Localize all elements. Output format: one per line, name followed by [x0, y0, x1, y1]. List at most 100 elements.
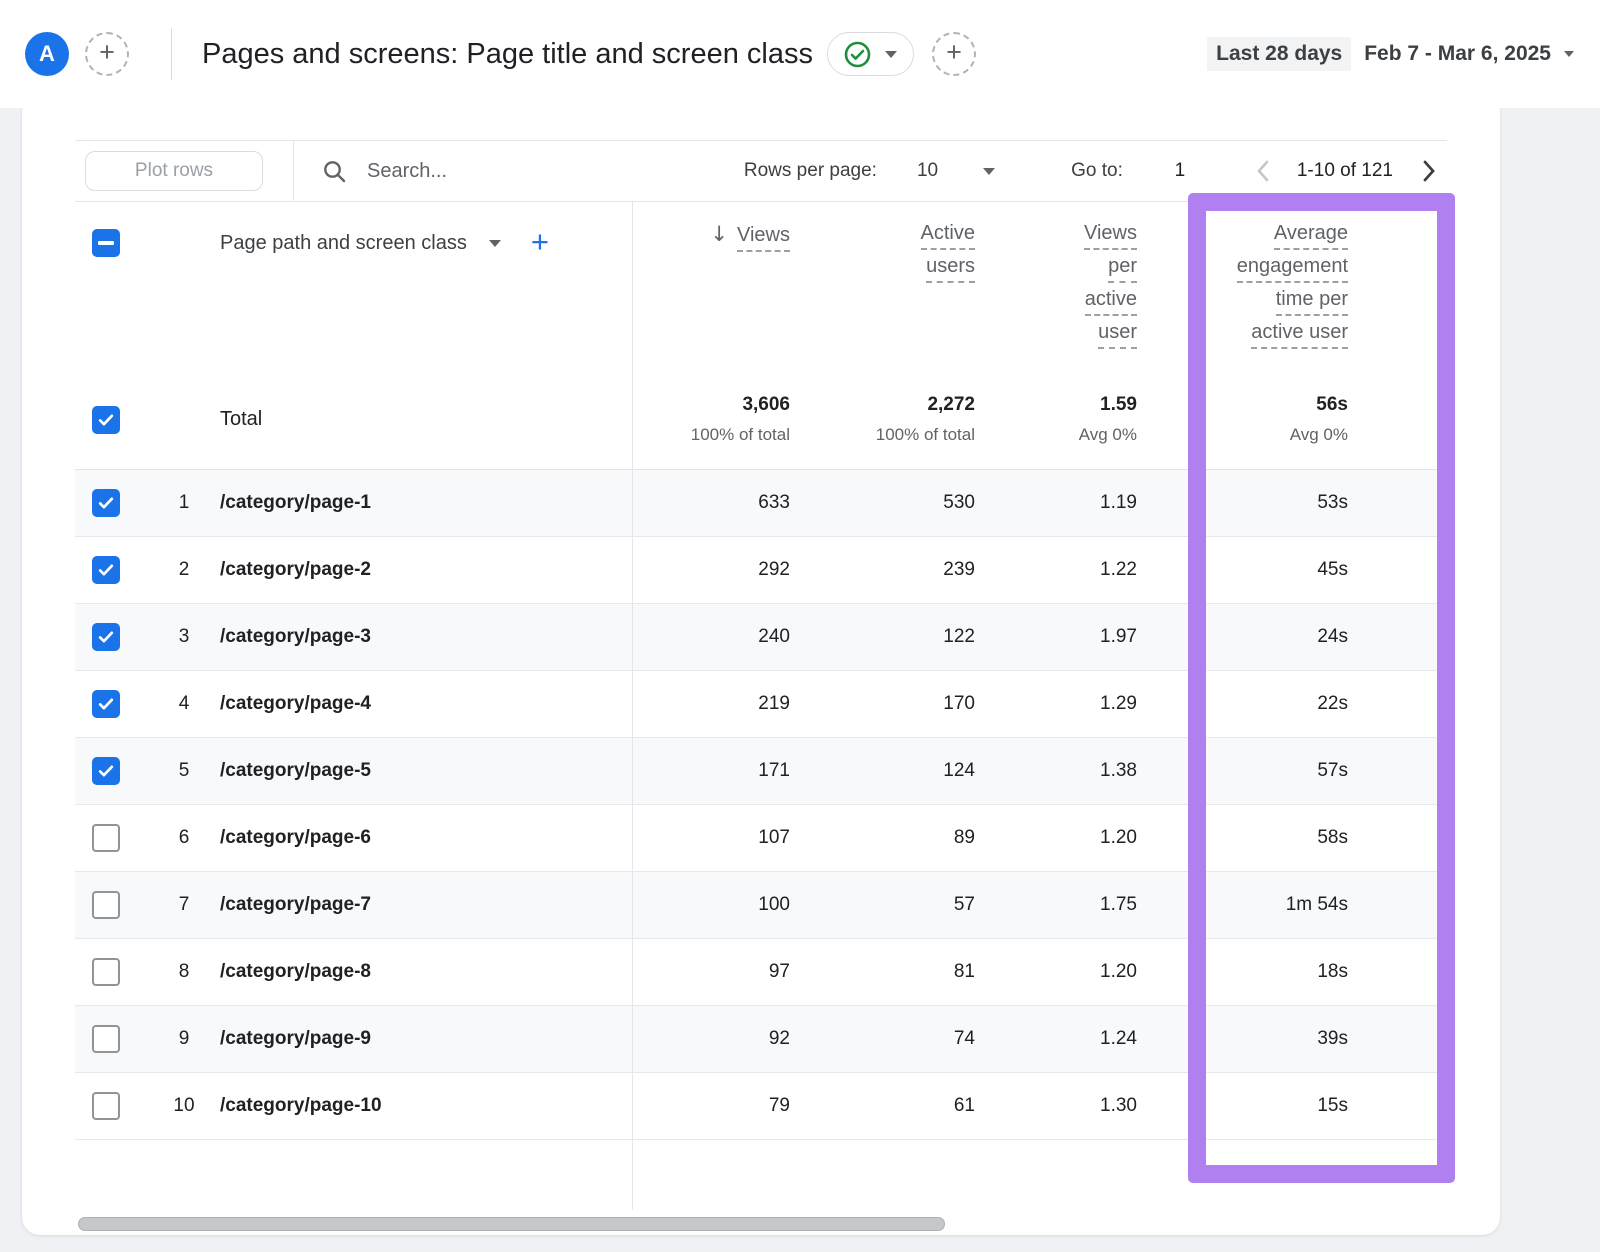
- plot-rows-button[interactable]: Plot rows: [85, 151, 263, 191]
- ga4-report-page: A + Pages and screens: Page title and sc…: [0, 0, 1600, 1252]
- cell-views-per-active-user: 1.75: [975, 872, 1137, 938]
- previous-page-button[interactable]: [1251, 156, 1275, 186]
- cell-views-per-active-user: 1.38: [975, 738, 1137, 804]
- search-input[interactable]: [367, 160, 607, 183]
- cell-views: 171: [632, 738, 790, 804]
- row-index: 1: [162, 492, 206, 514]
- row-index: 6: [162, 827, 206, 849]
- table-header-row: Page path and screen class + ↓Views Acti…: [75, 202, 1447, 370]
- report-card: Plot rows Rows per page: 10 Go to: 1: [22, 95, 1500, 1235]
- chevron-down-icon[interactable]: [983, 168, 995, 175]
- row-page-path: /category/page-4: [220, 693, 371, 715]
- row-checkbox[interactable]: [92, 690, 120, 718]
- total-avg-engagement-time-cell: 56s Avg 0%: [1137, 370, 1447, 469]
- row-page-path: /category/page-1: [220, 492, 371, 514]
- cell-views-per-active-user: 1.20: [975, 939, 1137, 1005]
- search-icon: [322, 159, 347, 184]
- table-row[interactable]: 5 /category/page-5 171 124 1.38 57s: [75, 738, 1447, 805]
- column-header-views-per-active-user[interactable]: Viewsperactiveuser: [975, 202, 1137, 370]
- date-range-picker[interactable]: Last 28 days Feb 7 - Mar 6, 2025: [1207, 37, 1574, 71]
- go-to-input[interactable]: [1159, 160, 1201, 182]
- select-all-checkbox[interactable]: [92, 229, 120, 257]
- rows-per-page-label: Rows per page:: [744, 160, 877, 182]
- cell-views: 97: [632, 939, 790, 1005]
- report-header: A + Pages and screens: Page title and sc…: [0, 0, 1600, 108]
- cell-views-per-active-user: 1.97: [975, 604, 1137, 670]
- row-page-path: /category/page-7: [220, 894, 371, 916]
- cell-active-users: 122: [790, 604, 975, 670]
- row-index: 8: [162, 961, 206, 983]
- add-report-button[interactable]: +: [932, 32, 976, 76]
- cell-avg-engagement-time: 57s: [1137, 738, 1447, 804]
- rows-per-page-select[interactable]: 10: [917, 160, 938, 182]
- row-checkbox[interactable]: [92, 891, 120, 919]
- column-header-active-users[interactable]: Activeusers: [790, 202, 975, 370]
- row-checkbox[interactable]: [92, 824, 120, 852]
- next-page-button[interactable]: [1417, 156, 1441, 186]
- cell-active-users: 74: [790, 1006, 975, 1072]
- cell-views-per-active-user: 1.22: [975, 537, 1137, 603]
- check-icon: [96, 627, 116, 647]
- dimension-header-label[interactable]: Page path and screen class: [220, 232, 467, 255]
- row-checkbox[interactable]: [92, 1092, 120, 1120]
- cell-views-per-active-user: 1.29: [975, 671, 1137, 737]
- row-index: 2: [162, 559, 206, 581]
- check-icon: [96, 560, 116, 580]
- cell-views: 292: [632, 537, 790, 603]
- column-divider: [632, 202, 633, 1210]
- row-index: 9: [162, 1028, 206, 1050]
- indeterminate-icon: [98, 241, 114, 245]
- cell-avg-engagement-time: 39s: [1137, 1006, 1447, 1072]
- table-row[interactable]: 8 /category/page-8 97 81 1.20 18s: [75, 939, 1447, 1006]
- row-checkbox[interactable]: [92, 958, 120, 986]
- cell-views-per-active-user: 1.30: [975, 1073, 1137, 1139]
- table-row[interactable]: 6 /category/page-6 107 89 1.20 58s: [75, 805, 1447, 872]
- check-icon: [96, 493, 116, 513]
- table-row[interactable]: 2 /category/page-2 292 239 1.22 45s: [75, 537, 1447, 604]
- add-dimension-icon[interactable]: +: [531, 226, 549, 257]
- table-row[interactable]: 1 /category/page-1 633 530 1.19 53s: [75, 470, 1447, 537]
- avatar[interactable]: A: [25, 32, 69, 76]
- cell-active-users: 89: [790, 805, 975, 871]
- table-row[interactable]: 9 /category/page-9 92 74 1.24 39s: [75, 1006, 1447, 1073]
- row-page-path: /category/page-8: [220, 961, 371, 983]
- date-range-value: Feb 7 - Mar 6, 2025: [1364, 42, 1551, 66]
- total-views-per-active-user-cell: 1.59 Avg 0%: [975, 370, 1137, 469]
- row-page-path: /category/page-2: [220, 559, 371, 581]
- table-body: 1 /category/page-1 633 530 1.19 53s 2 /c…: [75, 470, 1447, 1140]
- row-page-path: /category/page-10: [220, 1095, 382, 1117]
- row-checkbox[interactable]: [92, 556, 120, 584]
- table-row[interactable]: 10 /category/page-10 79 61 1.30 15s: [75, 1073, 1447, 1140]
- cell-views: 107: [632, 805, 790, 871]
- total-views-cell: 3,606 100% of total: [632, 370, 790, 469]
- cell-active-users: 239: [790, 537, 975, 603]
- cell-views: 240: [632, 604, 790, 670]
- check-circle-icon: [844, 41, 871, 68]
- cell-avg-engagement-time: 1m 54s: [1137, 872, 1447, 938]
- cell-views: 100: [632, 872, 790, 938]
- add-comparison-button[interactable]: +: [85, 32, 129, 76]
- cell-active-users: 530: [790, 470, 975, 536]
- column-header-views[interactable]: ↓Views: [632, 202, 790, 370]
- total-row-checkbox[interactable]: [92, 406, 120, 434]
- chevron-down-icon[interactable]: [489, 240, 501, 247]
- row-checkbox[interactable]: [92, 623, 120, 651]
- chevron-down-icon: [1564, 51, 1574, 57]
- row-checkbox[interactable]: [92, 757, 120, 785]
- check-icon: [96, 410, 116, 430]
- check-icon: [96, 694, 116, 714]
- cell-avg-engagement-time: 45s: [1137, 537, 1447, 603]
- pagination-range-label: 1-10 of 121: [1297, 160, 1393, 182]
- plus-icon: +: [99, 39, 115, 66]
- cell-views: 92: [632, 1006, 790, 1072]
- row-checkbox[interactable]: [92, 489, 120, 517]
- row-checkbox[interactable]: [92, 1025, 120, 1053]
- table-row[interactable]: 3 /category/page-3 240 122 1.97 24s: [75, 604, 1447, 671]
- table-row[interactable]: 4 /category/page-4 219 170 1.29 22s: [75, 671, 1447, 738]
- row-page-path: /category/page-9: [220, 1028, 371, 1050]
- total-active-users-cell: 2,272 100% of total: [790, 370, 975, 469]
- column-header-avg-engagement-time[interactable]: Averageengagementtime peractive user: [1137, 202, 1447, 370]
- table-row[interactable]: 7 /category/page-7 100 57 1.75 1m 54s: [75, 872, 1447, 939]
- report-status-button[interactable]: [827, 32, 914, 76]
- horizontal-scrollbar-thumb[interactable]: [78, 1217, 945, 1231]
